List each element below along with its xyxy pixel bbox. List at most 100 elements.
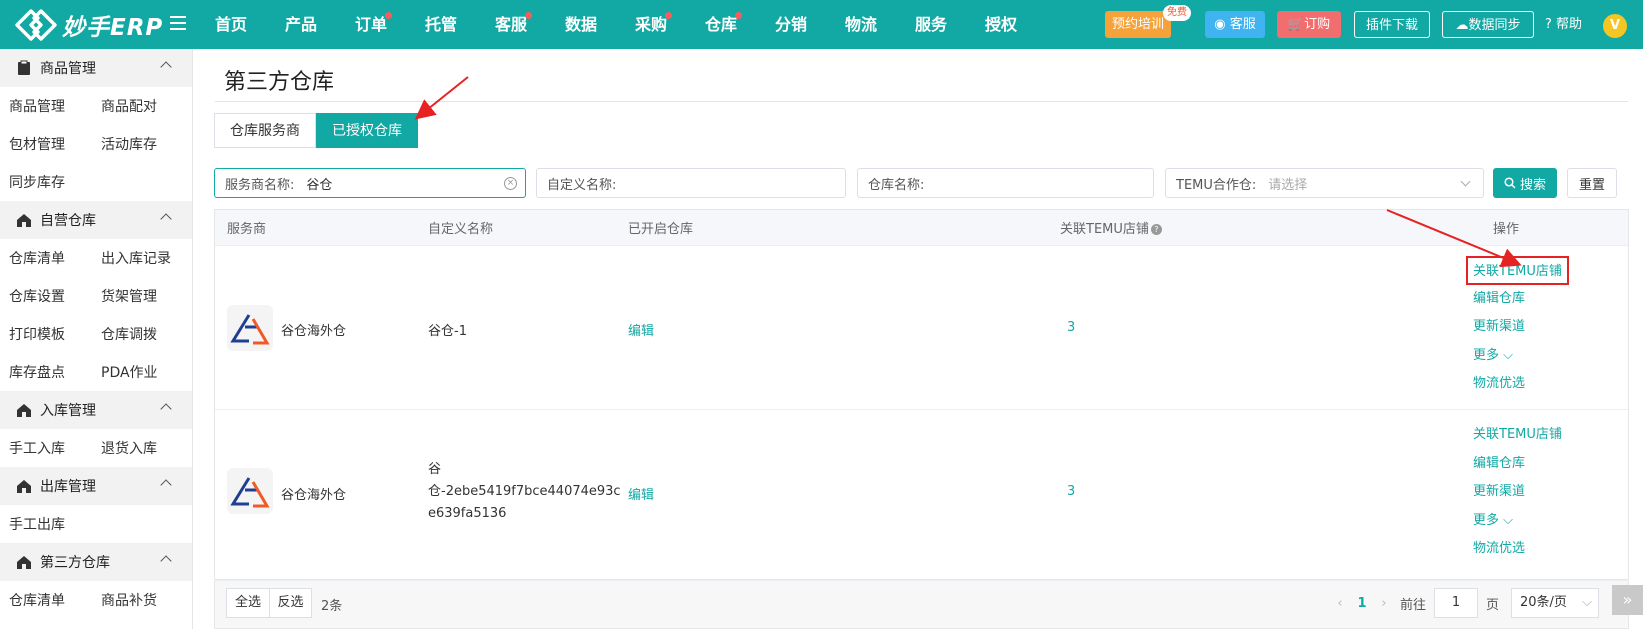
nav-item[interactable]: 物流 [826,0,896,49]
sidebar-item[interactable]: 包材管理 [0,134,92,154]
update-channel-button[interactable]: 更新渠道 [1473,313,1569,342]
nav-item[interactable]: 数据 [546,0,616,49]
prev-page-icon[interactable]: ‹ [1330,596,1350,611]
page-number[interactable]: 1 [1350,596,1374,611]
sidebar-item[interactable]: 商品补货 [92,590,184,610]
nav-item[interactable]: 授权 [966,0,1036,49]
next-page-icon[interactable]: › [1374,596,1394,611]
training-button[interactable]: 预约培训 [1105,11,1171,38]
sidebar-item[interactable]: 同步库存 [0,172,92,192]
nav-item[interactable]: 首页 [196,0,266,49]
sidebar-section[interactable]: 第三方仓库 [0,543,192,581]
sidebar-item[interactable]: 活动库存 [92,134,184,154]
sidebar-item[interactable]: 手工入库 [0,438,92,458]
nav-item[interactable]: 服务 [896,0,966,49]
tab-authorized-warehouses[interactable]: 已授权仓库 [316,113,418,148]
more-dropdown[interactable]: 更多 ⌵ [1473,342,1569,371]
more-dropdown[interactable]: 更多 ⌵ [1473,507,1562,536]
temu-warehouse-select[interactable]: TEMU合作仓: 请选择 [1165,168,1484,198]
sidebar-item[interactable]: 手工出库 [0,514,92,534]
temu-shop-count[interactable]: 3 [1067,320,1075,335]
sidebar-item[interactable]: 商品管理 [0,96,92,116]
nav-item[interactable]: 分销 [756,0,826,49]
invert-selection-button[interactable]: 反选 [269,588,312,618]
logo-mark-icon [14,8,58,42]
sidebar-item[interactable]: 出入库记录 [92,248,184,268]
sidebar-item[interactable]: 商品配对 [92,96,184,116]
logistics-optimize-button[interactable]: 物流优选 [1473,370,1569,399]
menu-toggle-icon[interactable] [170,16,186,30]
provider-name-input[interactable] [306,175,487,191]
nav-item[interactable]: 采购 [616,0,686,49]
notification-dot [665,12,672,19]
sidebar-row: 库存盘点 PDA作业 [0,353,192,391]
sidebar-section-title: 出库管理 [40,479,96,495]
sidebar-item[interactable]: 货架管理 [92,286,184,306]
sidebar-item[interactable]: 仓库调拨 [92,324,184,344]
avatar[interactable]: V [1603,14,1627,38]
sidebar-item[interactable]: 仓库清单 [0,590,92,610]
search-button[interactable]: 搜索 [1493,168,1557,198]
nav-item[interactable]: 托管 [406,0,476,49]
provider-logo [227,468,273,514]
sidebar-item[interactable]: 仓库设置 [0,286,92,306]
chevron-up-icon [160,403,172,415]
notification-dot [735,12,742,19]
nav-item[interactable]: 客服 [476,0,546,49]
warehouse-name-filter[interactable]: 仓库名称: [857,168,1154,198]
nav-item[interactable]: 产品 [266,0,336,49]
logo-text: 妙手ERP [62,15,164,41]
goto-label: 前往 [1399,597,1426,613]
sidebar-row: 包材管理 活动库存 [0,125,192,163]
sidebar-row: 仓库设置 货架管理 [0,277,192,315]
app-logo[interactable]: 妙手ERP [14,7,163,43]
clear-icon[interactable]: × [504,177,517,190]
plugin-download-button[interactable]: 插件下载 [1354,11,1430,38]
help-link[interactable]: ? 帮助 [1545,11,1582,38]
customer-service-button[interactable]: ◉ 客服 [1205,11,1265,38]
custom-name-filter[interactable]: 自定义名称: [536,168,846,198]
sidebar-item[interactable]: 退货入库 [92,438,184,458]
select-all-button[interactable]: 全选 [226,588,270,618]
edit-warehouse-button[interactable]: 编辑仓库 [1473,285,1569,314]
table-row: 谷仓海外仓 谷仓-1 编辑 3 关联TEMU店铺 编辑仓库 更新渠道 更多 ⌵ … [215,246,1628,410]
provider-logo [227,305,273,351]
reset-button[interactable]: 重置 [1567,168,1617,198]
provider-name-filter[interactable]: 服务商名称: × [214,168,526,198]
edit-warehouse-button[interactable]: 编辑仓库 [1473,450,1562,479]
sidebar-section-title: 入库管理 [40,403,96,419]
home-icon [17,404,31,417]
order-button[interactable]: 🛒订购 [1277,11,1341,38]
nav-item[interactable]: 仓库 [686,0,756,49]
sidebar-item[interactable]: 打印模板 [0,324,92,344]
update-channel-button[interactable]: 更新渠道 [1473,478,1562,507]
data-sync-button[interactable]: ☁数据同步 [1442,11,1534,38]
total-count: 2条 [321,599,343,614]
sidebar-section[interactable]: 商品管理 [0,49,192,87]
edit-warehouses-link[interactable]: 编辑 [628,320,654,339]
page-jump-input[interactable]: 1 [1433,588,1478,618]
sidebar-section[interactable]: 出库管理 [0,467,192,505]
temu-warehouse-label: TEMU合作仓: [1176,177,1257,193]
custom-name-line: e639fa5136 [428,506,507,521]
page-size-select[interactable]: 20条/页 ⌵ [1511,588,1599,618]
logistics-optimize-button[interactable]: 物流优选 [1473,535,1562,564]
sidebar-item[interactable]: PDA作业 [92,362,184,382]
custom-name-line: 仓-2ebe5419f7bce44074e93c [428,484,621,499]
main-nav: 首页 产品 订单 托管 客服 数据 采购 仓库 分销 物流 服务 授权 [196,0,1036,49]
sidebar-section[interactable]: 自营仓库 [0,201,192,239]
link-temu-shop-button[interactable]: 关联TEMU店铺 [1473,421,1562,450]
temu-shop-count[interactable]: 3 [1067,484,1075,499]
table-row: 谷仓海外仓 谷 仓-2ebe5419f7bce44074e93c e639fa5… [215,411,1628,581]
tab-warehouse-providers[interactable]: 仓库服务商 [214,113,316,148]
sidebar-item[interactable]: 仓库清单 [0,248,92,268]
sidebar-section[interactable]: 入库管理 [0,391,192,429]
sidebar-row: 仓库清单 商品补货 [0,581,192,619]
edit-warehouses-link[interactable]: 编辑 [628,484,654,503]
sidebar-item[interactable]: 库存盘点 [0,362,92,382]
expand-panel-icon[interactable]: » [1612,585,1643,615]
nav-item[interactable]: 订单 [336,0,406,49]
help-icon[interactable]: ? [1150,224,1162,235]
sidebar-section-title: 第三方仓库 [40,555,110,571]
link-temu-shop-button[interactable]: 关联TEMU店铺 [1466,256,1569,285]
